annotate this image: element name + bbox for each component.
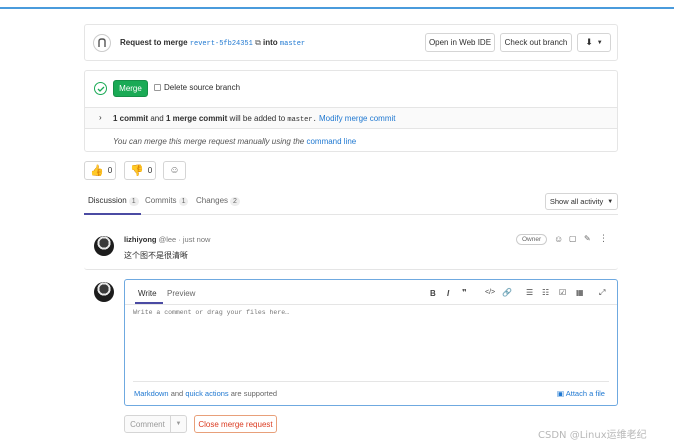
markdown-help: Markdown and quick actions are supported: [134, 389, 277, 398]
attach-file-button[interactable]: ▣ Attach a file: [557, 389, 605, 398]
note-header: lizhiyong @lee · just now: [124, 235, 210, 244]
request-to-merge-text: Request to merge: [120, 38, 188, 47]
image-icon: ▣: [557, 389, 565, 398]
merge-commit-count: 1 merge commit: [165, 114, 228, 123]
manual-text: You can merge this merge request manuall…: [113, 137, 305, 146]
tab-discussion-label: Discussion: [88, 196, 127, 205]
attach-file-label: Attach a file: [565, 389, 605, 398]
source-branch[interactable]: revert-5fb24351: [190, 40, 253, 48]
close-merge-request-button[interactable]: Close merge request: [194, 415, 277, 433]
mr-header-card: Request to merge revert-5fb24351 ⧉ into …: [84, 24, 618, 61]
italic-icon[interactable]: I: [447, 289, 449, 298]
comment-editor: Write Preview B I ❞ </> 🔗 ☰ ☷ ☑ ▦ ⤢ Mark…: [124, 279, 618, 406]
thumbsdown-count: 0: [147, 166, 153, 175]
tabs-bar: Discussion 1 Commits 1 Changes 2 Show all a…: [84, 190, 618, 215]
manual-merge-text: You can merge this merge request manuall…: [113, 137, 356, 146]
smiley-icon: ☺: [169, 165, 180, 176]
editor-tabs-divider: [125, 304, 617, 305]
bold-icon[interactable]: B: [430, 289, 436, 298]
into-text: into: [263, 38, 278, 47]
footer-and-text: and: [170, 389, 184, 398]
target-branch[interactable]: master: [280, 40, 305, 48]
chevron-down-icon: ▼: [175, 421, 182, 427]
reply-comment-icon[interactable]: ▢: [569, 234, 577, 243]
thumbsdown-award-button[interactable]: 👎 0: [124, 161, 156, 180]
and-text: and: [150, 114, 164, 123]
delete-source-checkbox[interactable]: [154, 84, 161, 91]
modify-merge-commit-link[interactable]: Modify merge commit: [319, 114, 395, 123]
command-line-link[interactable]: command line: [306, 137, 356, 146]
tab-write[interactable]: Write: [138, 289, 157, 298]
quick-actions-link[interactable]: quick actions: [185, 389, 228, 398]
comment-textarea[interactable]: [133, 309, 609, 379]
code-icon[interactable]: </>: [485, 289, 495, 296]
edit-pencil-icon[interactable]: ✎: [584, 234, 591, 243]
table-icon[interactable]: ▦: [576, 288, 584, 297]
merge-request-icon: [93, 34, 111, 52]
comment-type-dropdown[interactable]: ▼: [170, 415, 187, 433]
download-icon: ⬇: [585, 37, 593, 47]
award-emoji-icon[interactable]: ☺: [554, 234, 563, 244]
watermark-text: CSDN @Linux运维老纪: [538, 430, 647, 441]
quote-icon[interactable]: ❞: [462, 288, 467, 297]
activity-filter-label: Show all activity: [549, 197, 604, 206]
tab-discussion[interactable]: Discussion 1: [88, 196, 139, 206]
comment-button[interactable]: Comment: [124, 415, 171, 433]
task-list-icon[interactable]: ☑: [559, 288, 566, 297]
commit-count: 1 commit: [113, 114, 149, 123]
tab-preview[interactable]: Preview: [167, 289, 195, 298]
chevron-right-icon[interactable]: ›: [99, 113, 102, 122]
note-time: · just now: [178, 235, 211, 244]
merge-widget-card: Merge Delete source branch › 1 commit an…: [84, 70, 618, 152]
bullet-list-icon[interactable]: ☰: [526, 288, 533, 297]
check-out-branch-button[interactable]: Check out branch: [500, 33, 572, 52]
editor-footer-divider: [133, 381, 609, 382]
chevron-down-icon: ▼: [607, 198, 614, 205]
avatar[interactable]: [94, 236, 114, 256]
thumbsup-award-button[interactable]: 👍 0: [84, 161, 116, 180]
fullscreen-icon[interactable]: ⤢: [599, 288, 605, 298]
merge-button[interactable]: Merge: [113, 80, 148, 97]
note-author[interactable]: lizhiyong: [124, 235, 157, 244]
tab-changes-count: 2: [230, 197, 240, 206]
note-body: 这个图不是很清晰: [124, 251, 188, 260]
copy-branch-icon[interactable]: ⧉: [255, 38, 261, 47]
tab-commits[interactable]: Commits 1: [145, 196, 189, 206]
thumbsup-icon: 👍: [90, 165, 104, 177]
open-web-ide-button[interactable]: Open in Web IDE: [425, 33, 495, 52]
chevron-down-icon: ▼: [596, 39, 603, 46]
avatar[interactable]: [94, 282, 114, 302]
delete-source-label: Delete source branch: [164, 83, 241, 92]
top-accent-line: [0, 7, 674, 9]
commits-info-text: 1 commit and 1 merge commit will be adde…: [113, 114, 395, 124]
more-actions-icon[interactable]: ⋮: [599, 233, 608, 244]
commits-info-row[interactable]: › 1 commit and 1 merge commit will be ad…: [85, 107, 617, 129]
markdown-link[interactable]: Markdown: [134, 389, 169, 398]
note-username[interactable]: @lee: [159, 235, 177, 244]
add-reaction-button[interactable]: ☺: [163, 161, 186, 180]
owner-badge: Owner: [516, 234, 548, 245]
tab-changes[interactable]: Changes 2: [196, 196, 240, 206]
tab-commits-count: 1: [178, 197, 189, 206]
download-dropdown-button[interactable]: ⬇ ▼: [577, 33, 611, 52]
tab-discussion-underline: [84, 213, 141, 215]
tab-changes-label: Changes: [196, 196, 229, 205]
footer-supported-text: are supported: [230, 389, 278, 398]
will-be-added-text: will be added to: [229, 114, 286, 123]
thumbsdown-icon: 👎: [130, 165, 144, 177]
tab-commits-label: Commits: [145, 196, 177, 205]
tab-discussion-count: 1: [128, 197, 139, 206]
numbered-list-icon[interactable]: ☷: [542, 288, 549, 297]
mr-title-line: Request to merge revert-5fb24351 ⧉ into …: [120, 38, 305, 48]
link-icon[interactable]: 🔗: [502, 288, 512, 297]
check-circle-icon: [94, 82, 107, 95]
thumbsup-count: 0: [107, 166, 113, 175]
target-branch-mono: master.: [287, 116, 317, 124]
discussion-note: lizhiyong @lee · just now 这个图不是很清晰 Owner…: [84, 227, 618, 270]
activity-filter-dropdown[interactable]: Show all activity ▼: [545, 193, 618, 210]
